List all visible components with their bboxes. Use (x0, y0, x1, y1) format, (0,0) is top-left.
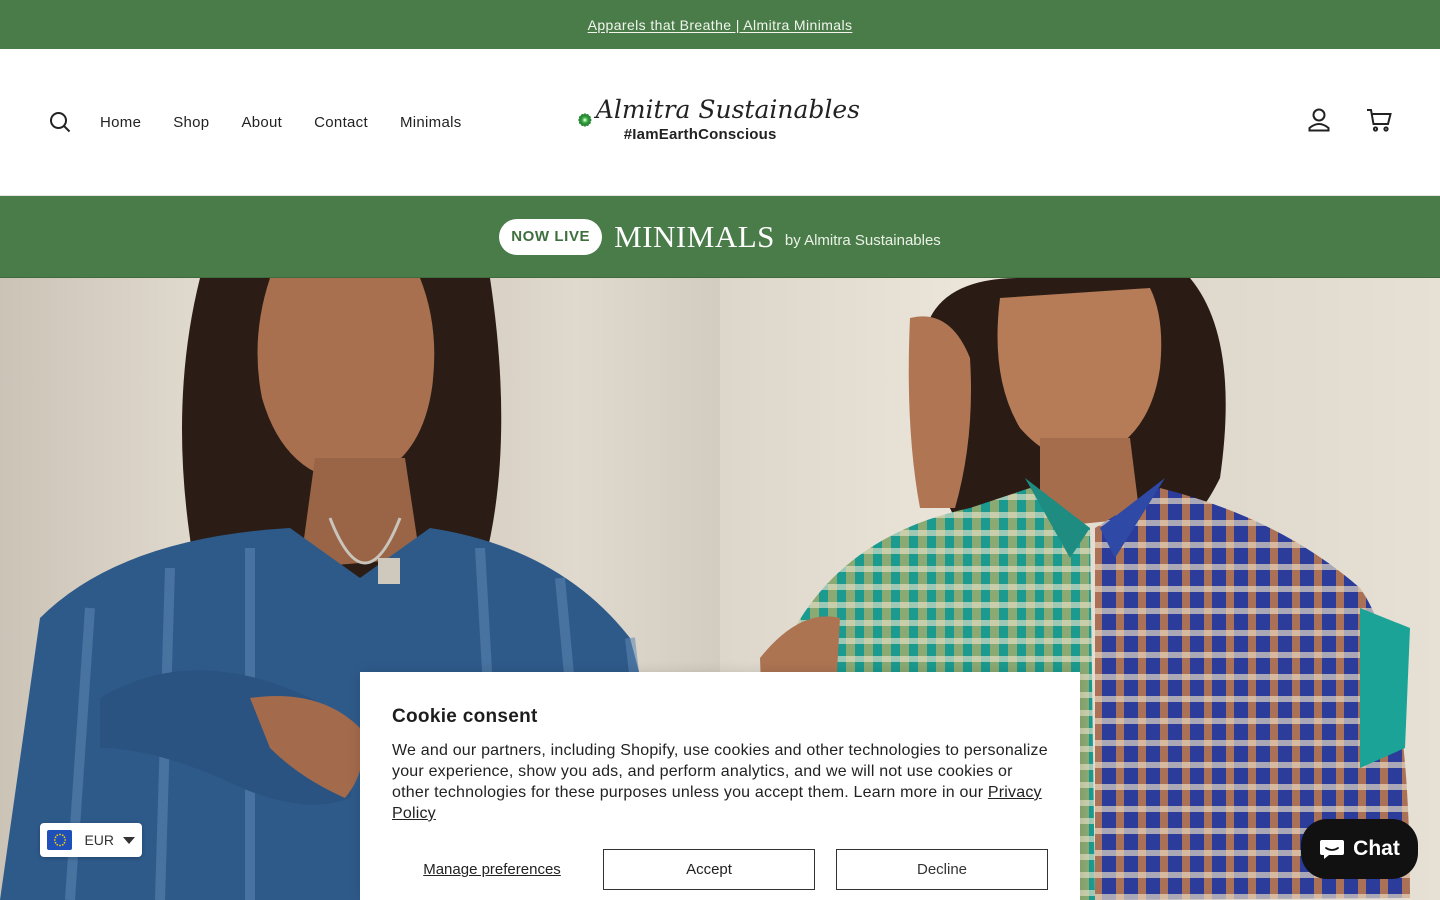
cookie-consent-dialog: Cookie consent We and our partners, incl… (360, 672, 1080, 900)
cookie-actions: Manage preferences Accept Decline (392, 849, 1048, 890)
nav-item-contact[interactable]: Contact (314, 114, 368, 131)
now-live-badge: NOW LIVE (499, 218, 603, 255)
announcement-link[interactable]: Apparels that Breathe | Almitra Minimals (588, 17, 853, 33)
decline-button[interactable]: Decline (836, 849, 1048, 890)
announcement-bar: Apparels that Breathe | Almitra Minimals (0, 0, 1440, 49)
header-actions (1306, 107, 1392, 133)
logo-tagline: #IamEarthConscious (623, 126, 777, 143)
cookie-body: We and our partners, including Shopify, … (392, 740, 1048, 824)
green-mandala-logo-icon (578, 113, 592, 127)
promo-subtitle: by Almitra Sustainables (784, 232, 941, 249)
main-nav: Home Shop About Contact Minimals (100, 114, 494, 131)
accept-button[interactable]: Accept (603, 849, 815, 890)
eu-flag-icon (47, 830, 73, 850)
chat-label: Chat (1353, 837, 1400, 860)
nav-item-home[interactable]: Home (100, 114, 141, 131)
chat-button[interactable]: Chat (1301, 819, 1418, 879)
site-header: Home Shop About Contact Minimals Almitra… (0, 49, 1440, 196)
cart-icon[interactable] (1366, 107, 1392, 133)
currency-code: EUR (84, 832, 114, 848)
nav-item-minimals[interactable]: Minimals (400, 114, 462, 131)
currency-selector[interactable]: EUR (40, 823, 142, 857)
cookie-title: Cookie consent (392, 706, 538, 727)
cookie-body-text: We and our partners, including Shopify, … (392, 742, 1048, 801)
caret-down-icon (123, 836, 135, 844)
chat-bubble-icon (1320, 840, 1345, 859)
search-icon[interactable] (48, 110, 72, 134)
nav-item-shop[interactable]: Shop (173, 114, 209, 131)
promo-bar[interactable]: NOW LIVE MINIMALS by Almitra Sustainable… (0, 196, 1440, 278)
manage-preferences-button[interactable]: Manage preferences (397, 861, 587, 878)
site-logo[interactable]: Almitra Sustainables #IamEarthConscious (578, 83, 860, 157)
promo-title: MINIMALS (614, 218, 775, 254)
account-icon[interactable] (1306, 107, 1332, 133)
nav-item-about[interactable]: About (241, 114, 282, 131)
logo-title: Almitra Sustainables (595, 95, 860, 124)
